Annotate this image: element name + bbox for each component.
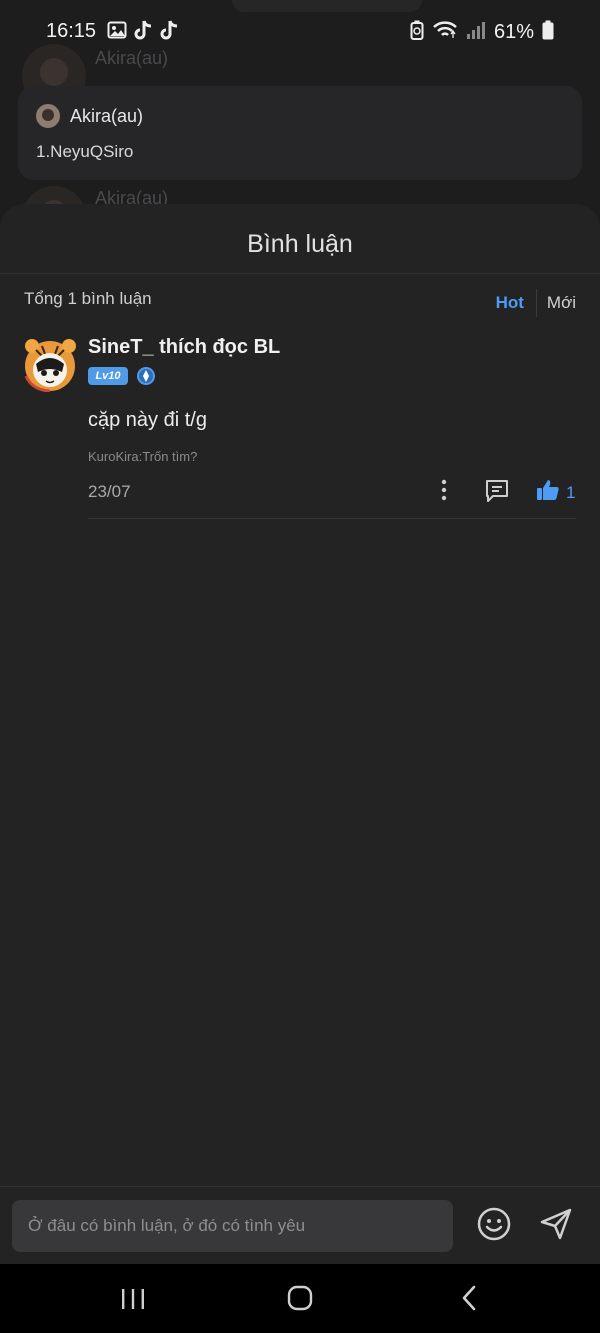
level-badge: Lv10 [88,367,128,385]
status-bar: 16:15 61% [0,0,600,66]
home-icon[interactable] [286,1284,314,1312]
comment-input[interactable] [12,1200,453,1252]
comments-sheet: Bình luận Tổng 1 bình luận Hot Mới SineT… [0,204,600,1266]
divider [88,518,576,519]
recent-apps-icon[interactable] [118,1287,148,1311]
reply-icon[interactable] [484,478,510,504]
divider [0,273,600,274]
signal-icon [466,20,486,45]
commenter-name[interactable]: SineT_ thích đọc BL [88,336,280,359]
gallery-icon [106,20,128,42]
comment-text: cặp này đi t/g [88,409,207,431]
send-icon[interactable] [538,1206,574,1242]
sort-new-tab[interactable]: Mới [547,293,576,313]
tiktok-icon [132,20,154,42]
comment-date: 23/07 [88,482,131,501]
battery-icon [542,20,554,45]
quoted-post-card[interactable]: Akira(au) 1.NeyuQSiro [18,86,582,180]
commenter-avatar[interactable] [22,336,78,393]
system-navigation-bar [0,1264,600,1333]
comment-count: Tổng 1 bình luận [24,289,152,308]
avatar [36,104,60,128]
comment-composer [0,1186,600,1265]
back-icon[interactable] [458,1284,480,1312]
thumbs-up-icon [536,478,560,507]
divider [535,289,537,317]
wifi-icon [432,20,458,45]
sheet-title: Bình luận [247,230,353,258]
tiktok-icon [158,20,180,42]
comment-reference[interactable]: KuroKira:Trốn tìm? [88,449,197,464]
emoji-icon[interactable] [476,1206,512,1242]
more-options-icon[interactable] [432,478,456,502]
battery-saver-icon [410,20,424,45]
battery-percent: 61% [493,21,534,43]
like-count: 1 [566,482,576,502]
diamond-badge-icon [136,366,156,386]
notification-icons [106,20,180,42]
sort-tabs: Hot Mới [496,289,576,317]
quoted-author-name: Akira(au) [70,106,144,126]
sort-hot-tab[interactable]: Hot [496,293,536,313]
system-status: 61% [410,20,554,45]
quoted-text: 1.NeyuQSiro [36,142,134,161]
status-time: 16:15 [46,20,97,42]
like-button[interactable]: 1 [536,478,575,507]
